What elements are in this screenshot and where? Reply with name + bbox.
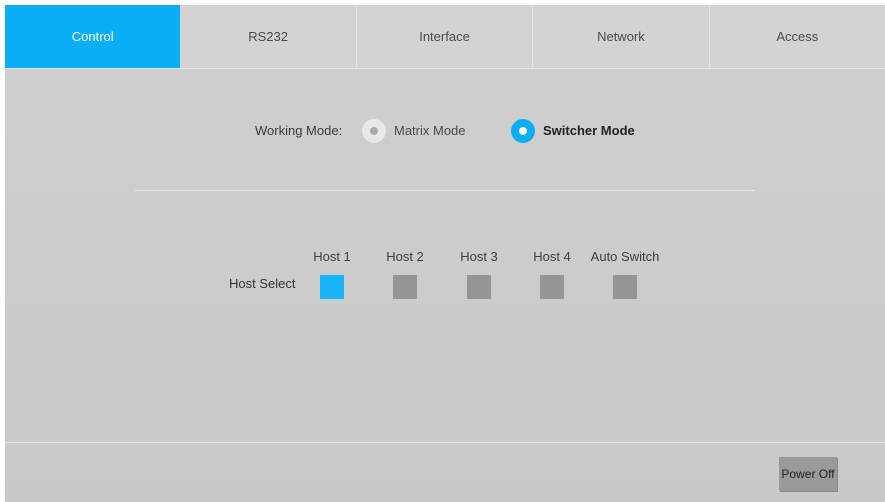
auto-switch-option: Auto Switch <box>585 249 665 299</box>
host-1-option: Host 1 <box>292 249 372 299</box>
tab-network[interactable]: Network <box>533 5 710 68</box>
host-select-label: Host Select <box>229 276 296 291</box>
host-2-button[interactable] <box>393 275 417 299</box>
host-4-button[interactable] <box>540 275 564 299</box>
tab-access[interactable]: Access <box>710 5 885 68</box>
host-1-button[interactable] <box>320 275 344 299</box>
power-off-button[interactable]: Power Off <box>779 457 837 491</box>
host-3-label: Host 3 <box>460 249 498 264</box>
matrix-mode-label[interactable]: Matrix Mode <box>394 123 466 138</box>
working-mode-label: Working Mode: <box>255 123 343 138</box>
tab-bar: Control RS232 Interface Network Access <box>5 5 885 69</box>
tab-control[interactable]: Control <box>5 5 181 68</box>
control-panel-window: Control RS232 Interface Network Access W… <box>5 5 885 502</box>
footer-divider <box>5 442 885 443</box>
switcher-mode-radio[interactable] <box>511 119 535 143</box>
host-2-option: Host 2 <box>365 249 445 299</box>
working-mode-row: Working Mode: Matrix Mode Switcher Mode <box>5 117 885 147</box>
tab-rs232[interactable]: RS232 <box>180 5 357 68</box>
radio-dot-icon <box>370 127 378 135</box>
radio-dot-icon <box>519 127 527 135</box>
host-4-option: Host 4 <box>512 249 592 299</box>
host-4-label: Host 4 <box>533 249 571 264</box>
switcher-mode-label[interactable]: Switcher Mode <box>543 123 635 138</box>
auto-switch-label: Auto Switch <box>590 249 660 264</box>
matrix-mode-radio[interactable] <box>362 119 386 143</box>
auto-switch-button[interactable] <box>613 275 637 299</box>
host-1-label: Host 1 <box>313 249 351 264</box>
section-divider <box>135 190 755 191</box>
tab-interface[interactable]: Interface <box>357 5 534 68</box>
host-3-option: Host 3 <box>439 249 519 299</box>
host-2-label: Host 2 <box>386 249 424 264</box>
host-3-button[interactable] <box>467 275 491 299</box>
